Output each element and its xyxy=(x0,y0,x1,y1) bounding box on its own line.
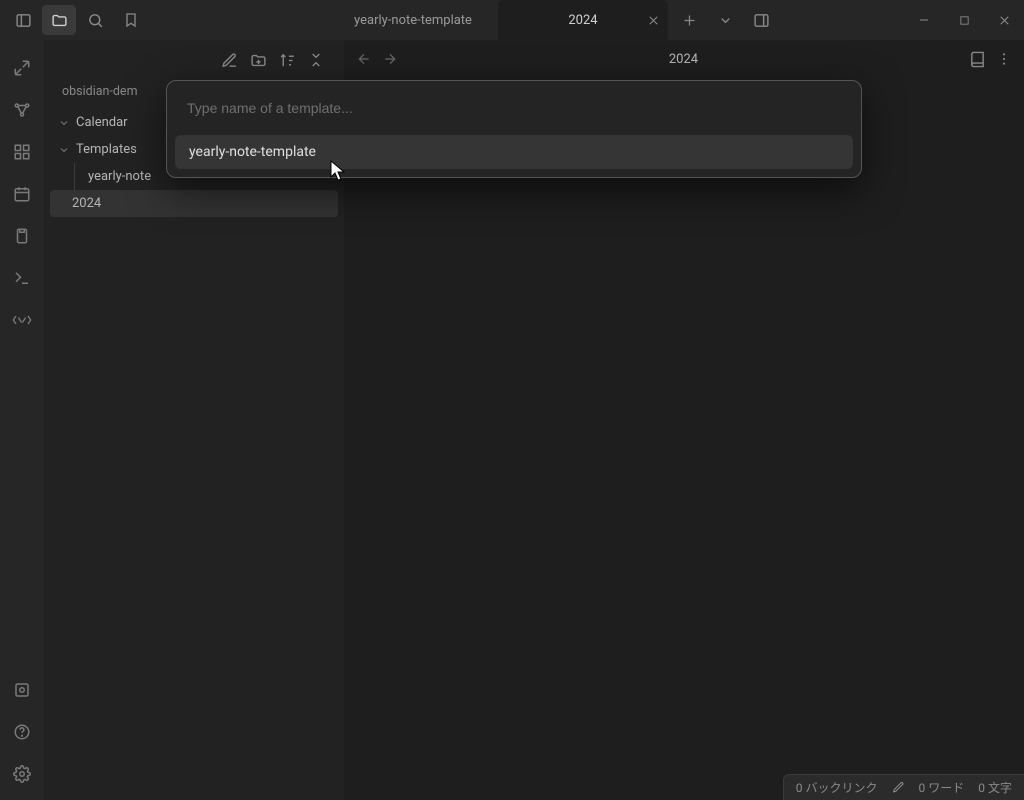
tab-yearly-note-template[interactable]: yearly-note-template xyxy=(328,0,498,40)
new-tab-icon[interactable] xyxy=(672,5,706,35)
result-label: yearly-note-template xyxy=(189,144,316,160)
chevron-down-icon xyxy=(58,117,70,129)
vault-icon[interactable] xyxy=(8,676,36,704)
tab-actions xyxy=(668,0,782,40)
folder-label: Calendar xyxy=(76,115,128,130)
template-search-input[interactable] xyxy=(175,89,853,127)
new-folder-icon[interactable] xyxy=(250,52,267,69)
tab-label: yearly-note-template xyxy=(354,13,472,28)
status-bar: 0 バックリンク 0 ワード 0 文字 xyxy=(783,774,1024,800)
more-options-icon[interactable] xyxy=(996,51,1012,68)
status-word-count[interactable]: 0 ワード xyxy=(919,779,965,796)
settings-icon[interactable] xyxy=(8,760,36,788)
tab-2024[interactable]: 2024 xyxy=(498,0,668,40)
search-tab-icon[interactable] xyxy=(78,5,112,35)
close-tab-icon[interactable] xyxy=(647,14,660,27)
bookmarks-tab-icon[interactable] xyxy=(114,5,148,35)
reading-mode-icon[interactable] xyxy=(969,51,986,68)
template-picker-modal: yearly-note-template xyxy=(166,80,862,178)
file-explorer-tab-icon[interactable] xyxy=(42,5,76,35)
nav-forward-icon[interactable] xyxy=(382,51,398,67)
canvas-icon[interactable] xyxy=(8,138,36,166)
editor-area[interactable] xyxy=(344,78,1024,800)
note-title[interactable]: 2024 xyxy=(398,52,969,67)
window-controls xyxy=(904,0,1024,40)
titlebar-left-icons xyxy=(0,0,148,40)
pencil-icon[interactable] xyxy=(892,781,905,794)
chevron-down-icon xyxy=(58,144,70,156)
template-result-item[interactable]: yearly-note-template xyxy=(175,135,853,169)
status-backlinks[interactable]: 0 バックリンク xyxy=(796,779,878,796)
close-window-icon[interactable] xyxy=(984,5,1024,35)
new-note-icon[interactable] xyxy=(221,52,238,69)
templater-icon[interactable] xyxy=(8,306,36,334)
templates-icon[interactable] xyxy=(8,222,36,250)
graph-view-icon[interactable] xyxy=(8,96,36,124)
quick-switcher-icon[interactable] xyxy=(8,54,36,82)
tab-strip: yearly-note-template 2024 xyxy=(328,0,904,40)
command-palette-icon[interactable] xyxy=(8,264,36,292)
tab-label: 2024 xyxy=(568,13,597,28)
collapse-icon[interactable] xyxy=(308,52,324,68)
file-label: yearly-note xyxy=(88,169,151,184)
file-2024[interactable]: 2024 xyxy=(50,190,338,217)
template-results: yearly-note-template xyxy=(175,135,853,169)
status-char-count[interactable]: 0 文字 xyxy=(978,779,1012,796)
minimize-window-icon[interactable] xyxy=(904,5,944,35)
daily-note-icon[interactable] xyxy=(8,180,36,208)
help-icon[interactable] xyxy=(8,718,36,746)
titlebar: yearly-note-template 2024 xyxy=(0,0,1024,40)
maximize-window-icon[interactable] xyxy=(944,5,984,35)
main-header: 2024 xyxy=(344,40,1024,78)
sidebar-toolbar xyxy=(44,40,344,80)
file-label: 2024 xyxy=(72,196,101,211)
tab-list-dropdown-icon[interactable] xyxy=(708,5,742,35)
folder-label: Templates xyxy=(76,142,137,157)
toggle-left-sidebar-icon[interactable] xyxy=(6,5,40,35)
toggle-right-sidebar-icon[interactable] xyxy=(744,5,778,35)
left-ribbon xyxy=(0,40,44,800)
sort-icon[interactable] xyxy=(279,52,296,69)
nav-back-icon[interactable] xyxy=(356,51,372,67)
